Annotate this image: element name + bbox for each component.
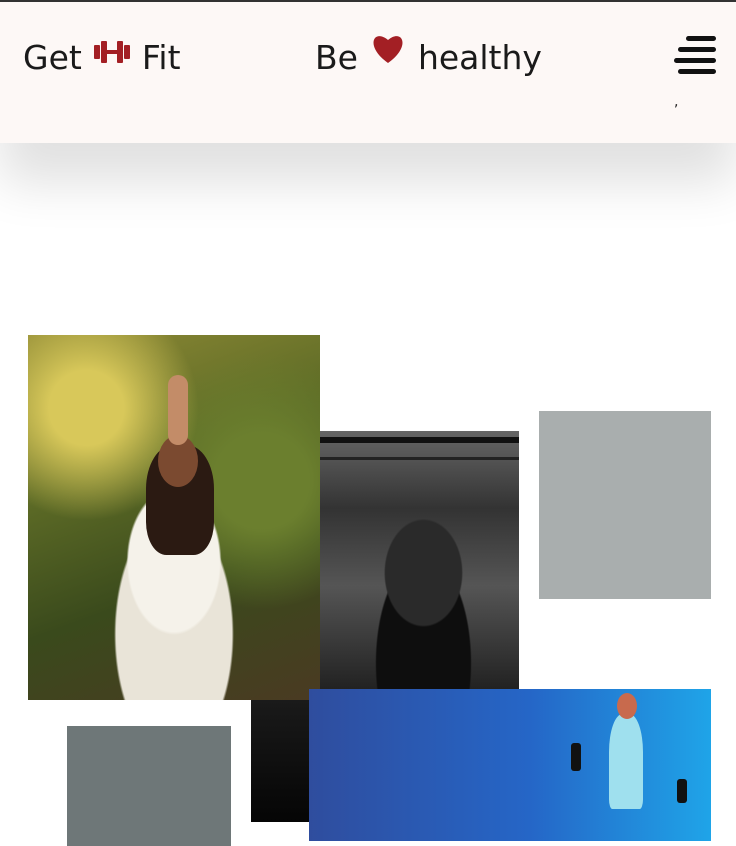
athlete-head-shape	[617, 693, 637, 719]
heart-icon	[370, 32, 406, 72]
tagline-word-be: Be	[315, 38, 358, 77]
hamburger-menu-icon[interactable]	[674, 36, 716, 78]
gray-placeholder-tile	[539, 411, 711, 599]
tagline-word-healthy: healthy	[417, 38, 542, 77]
tagline-word-get: Get	[23, 38, 82, 77]
athlete-shape	[609, 714, 643, 809]
tagline-get-fit: Get Fit	[23, 38, 181, 79]
dumbbell-shape	[571, 743, 581, 771]
site-header: Get Fit Be healthy ,	[0, 2, 736, 143]
pullup-photo	[320, 431, 519, 689]
dark-photo-strip	[251, 700, 311, 822]
dumbbell-workout-photo	[309, 689, 711, 841]
gray-placeholder-tile	[67, 726, 231, 846]
yoga-arms-shape	[168, 375, 188, 445]
pullup-bar-secondary	[320, 457, 519, 460]
tagline-be-healthy: Be healthy	[315, 35, 542, 80]
pullup-bar	[320, 437, 519, 443]
dumbbell-shape	[677, 779, 687, 803]
dumbbell-icon	[93, 32, 130, 71]
stray-mark: ,	[674, 94, 679, 110]
tagline-word-fit: Fit	[141, 38, 181, 77]
yoga-photo	[28, 335, 320, 700]
